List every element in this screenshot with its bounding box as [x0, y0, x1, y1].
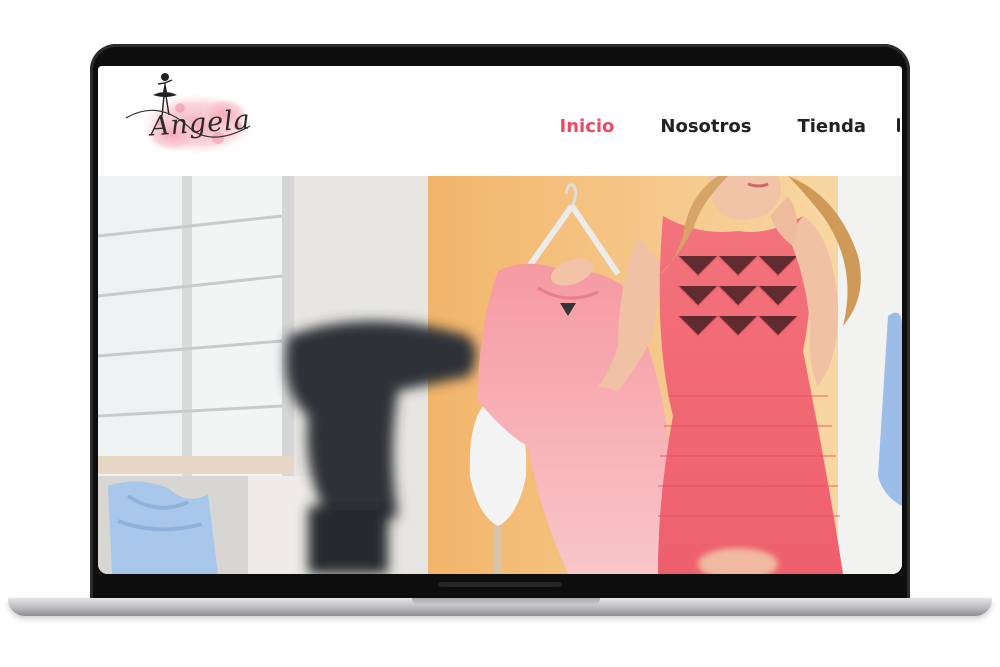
- laptop-mockup: Angela Inicio Nosotros Tienda: [0, 0, 1000, 667]
- site-header: Angela Inicio Nosotros Tienda: [98, 66, 902, 176]
- laptop-screen: Angela Inicio Nosotros Tienda: [98, 66, 902, 574]
- hero-photo: [98, 176, 902, 574]
- laptop-base: [8, 598, 992, 616]
- hero-image: [98, 176, 902, 574]
- laptop-hinge-slot: [438, 582, 562, 587]
- nav-item-nosotros[interactable]: Nosotros: [660, 116, 751, 137]
- nav-item-tienda[interactable]: Tienda: [797, 116, 866, 137]
- nav-item-inicio[interactable]: Inicio: [560, 116, 615, 137]
- site-logo[interactable]: Angela: [120, 68, 260, 164]
- laptop-notch: [412, 598, 600, 605]
- laptop-lid: Angela Inicio Nosotros Tienda: [90, 44, 910, 604]
- more-icon[interactable]: [897, 118, 900, 132]
- main-nav: Inicio Nosotros Tienda: [560, 116, 866, 137]
